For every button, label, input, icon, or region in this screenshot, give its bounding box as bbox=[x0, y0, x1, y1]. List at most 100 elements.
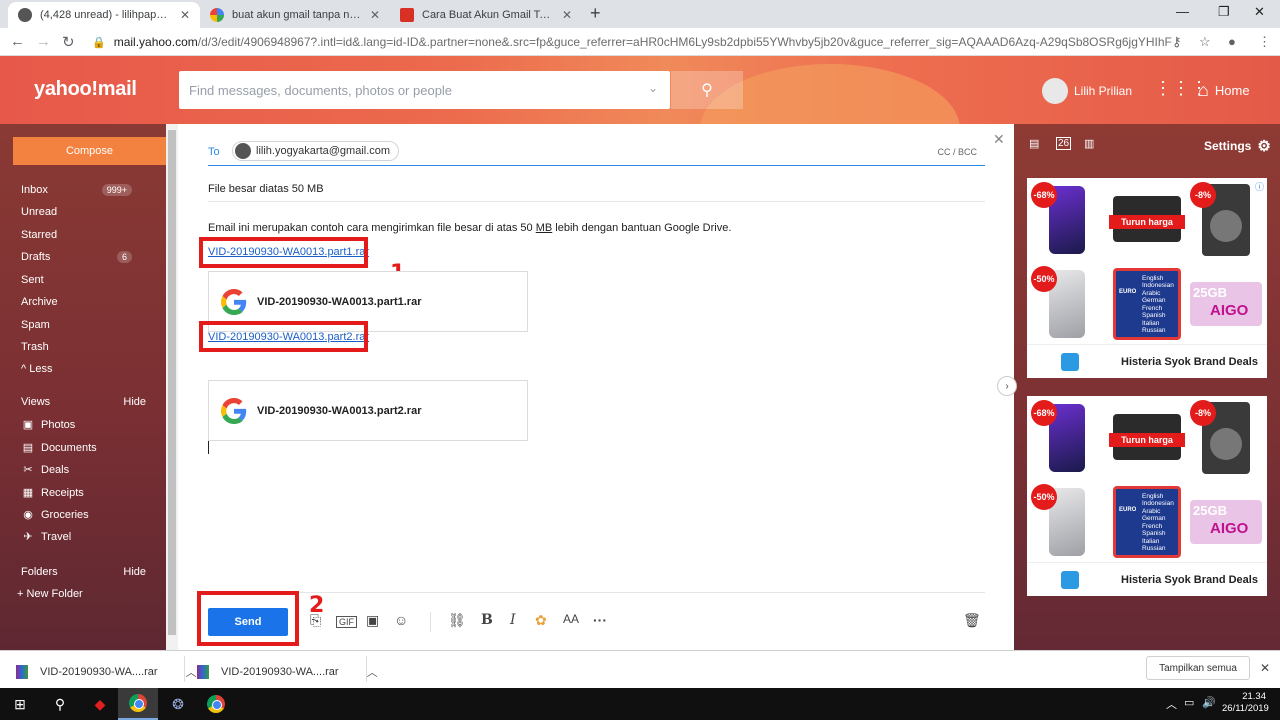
emoji-icon[interactable]: ☺ bbox=[394, 612, 408, 628]
scrollbar-thumb[interactable] bbox=[168, 130, 176, 635]
show-all-downloads-button[interactable]: Tampilkan semua bbox=[1146, 656, 1250, 680]
sidebar-item-trash[interactable]: Trash bbox=[21, 341, 49, 353]
sidebar-scrollbar[interactable] bbox=[166, 124, 178, 650]
download-item[interactable]: VID-20190930-WA....rar ︿ bbox=[197, 664, 378, 680]
minimize-icon[interactable]: — bbox=[1176, 4, 1189, 19]
ad-product-bag[interactable]: Turun harga bbox=[1109, 398, 1185, 478]
chrome-taskbar-icon[interactable] bbox=[118, 688, 158, 720]
ad-footer[interactable]: Histeria Syok Brand Deals bbox=[1027, 344, 1267, 378]
sidebar-item-photos[interactable]: ▣ Photos bbox=[21, 418, 75, 431]
forward-icon[interactable]: → bbox=[36, 33, 51, 50]
sidebar-item-sent[interactable]: Sent bbox=[21, 274, 44, 286]
contacts-icon[interactable]: ▤ bbox=[1029, 137, 1039, 150]
windows-start-icon[interactable]: ⊞ bbox=[0, 688, 40, 720]
calendar-icon[interactable]: 26 bbox=[1056, 137, 1072, 150]
network-icon[interactable]: ▭ bbox=[1184, 696, 1194, 709]
ad-product-iphone[interactable]: -50% bbox=[1029, 264, 1105, 344]
chevron-down-icon[interactable]: ⌄ bbox=[648, 81, 658, 95]
sidebar-item-archive[interactable]: Archive bbox=[21, 296, 58, 308]
search-icon[interactable]: ⚲ bbox=[40, 688, 80, 720]
avatar[interactable] bbox=[1042, 78, 1068, 104]
ad-product-phone[interactable]: -68% bbox=[1029, 398, 1105, 478]
italic-icon[interactable]: I bbox=[510, 612, 516, 628]
sidebar-item-documents[interactable]: ▤ Documents bbox=[21, 441, 97, 454]
address-bar[interactable]: 🔒 mail.yahoo.com/d/3/edit/4906948967?.in… bbox=[92, 32, 1172, 52]
to-field[interactable]: To lilih.yogyakarta@gmail.com CC / BCC bbox=[208, 140, 985, 166]
back-icon[interactable]: ← bbox=[10, 33, 25, 50]
ad-product-iphone[interactable]: -50% bbox=[1029, 482, 1105, 562]
tray-chevron-icon[interactable]: ︿ bbox=[1166, 696, 1177, 712]
chrome-second-icon[interactable] bbox=[196, 688, 236, 720]
new-folder-button[interactable]: + New Folder bbox=[17, 588, 83, 600]
subject-field[interactable]: File besar diatas 50 MB bbox=[208, 174, 985, 202]
close-compose-icon[interactable]: ✕ bbox=[993, 131, 1005, 148]
drive-file-card-part2[interactable]: VID-20190930-WA0013.part2.rar bbox=[208, 380, 528, 441]
ad-product-phone[interactable]: -68% bbox=[1029, 180, 1105, 260]
ad-product-translator[interactable]: EURO English Indonesian Arabic German Fr… bbox=[1109, 482, 1185, 562]
views-hide-button[interactable]: Hide bbox=[123, 396, 146, 408]
recipient-chip[interactable]: lilih.yogyakarta@gmail.com bbox=[232, 141, 400, 161]
user-name[interactable]: Lilih Prilian bbox=[1074, 84, 1132, 98]
close-tab-icon[interactable]: ✕ bbox=[180, 8, 190, 22]
link-icon[interactable]: ⛓ bbox=[448, 612, 466, 629]
close-window-icon[interactable]: ✕ bbox=[1254, 4, 1265, 20]
stationery-icon[interactable]: ▣ bbox=[366, 612, 379, 629]
yahoo-mail-logo[interactable]: yahoo!mail bbox=[34, 78, 137, 101]
close-tab-icon[interactable]: ✕ bbox=[370, 8, 380, 22]
close-tab-icon[interactable]: ✕ bbox=[562, 8, 572, 22]
folders-hide-button[interactable]: Hide bbox=[123, 566, 146, 578]
search-input[interactable]: Find messages, documents, photos or peop… bbox=[179, 71, 670, 109]
font-size-icon[interactable]: AA bbox=[563, 612, 579, 626]
ad-product-speaker[interactable]: -8% bbox=[1188, 398, 1264, 478]
menu-dots-icon[interactable]: ⋮ bbox=[1258, 34, 1271, 50]
sidebar-item-starred[interactable]: Starred bbox=[21, 229, 57, 241]
compose-button[interactable]: Compose bbox=[13, 137, 166, 165]
tab-google-search[interactable]: buat akun gmail tanpa no hp - P ✕ bbox=[200, 2, 390, 28]
ad-footer[interactable]: Histeria Syok Brand Deals bbox=[1027, 562, 1267, 596]
send-button[interactable]: Send bbox=[208, 608, 288, 636]
sidebar-item-receipts[interactable]: ▦ Receipts bbox=[21, 486, 84, 499]
settings-button[interactable]: Settings ⚙ bbox=[1204, 137, 1271, 155]
chevron-right-icon[interactable]: › bbox=[997, 376, 1017, 396]
ad-product-data-plan[interactable]: 25GB AIGO bbox=[1188, 482, 1264, 562]
search-button[interactable]: ⚲ bbox=[671, 71, 743, 109]
ad-product-data-plan[interactable]: 25GB AIGO bbox=[1188, 264, 1264, 344]
reload-icon[interactable]: ↻ bbox=[62, 33, 75, 51]
tab-yahoo-mail[interactable]: (4,428 unread) - lilihpap@yahoo.c ✕ bbox=[8, 2, 200, 28]
more-options-icon[interactable]: ··· bbox=[593, 612, 607, 628]
new-tab-icon[interactable]: + bbox=[590, 3, 601, 24]
sidebar-item-inbox[interactable]: Inbox 999+ bbox=[21, 184, 166, 196]
sidebar-item-deals[interactable]: ✂ Deals bbox=[21, 463, 69, 476]
profile-icon[interactable]: ● bbox=[1228, 34, 1236, 49]
sidebar-item-groceries[interactable]: ◉ Groceries bbox=[21, 508, 89, 521]
ad-product-speaker[interactable]: -8% bbox=[1188, 180, 1264, 260]
sidebar-item-unread[interactable]: Unread bbox=[21, 206, 57, 218]
app-swirl-icon[interactable]: ❂ bbox=[158, 688, 198, 720]
ad-product-translator[interactable]: EURO English Indonesian Arabic German Fr… bbox=[1109, 264, 1185, 344]
cc-bcc-button[interactable]: CC / BCC bbox=[937, 147, 977, 157]
ad-panel[interactable]: ⓘ -68% Turun harga -8% -50% EURO English… bbox=[1027, 178, 1267, 378]
sidebar-item-drafts[interactable]: Drafts 6 bbox=[21, 251, 166, 263]
gif-icon[interactable]: GIF bbox=[336, 616, 357, 628]
bookmark-star-icon[interactable]: ☆ bbox=[1199, 34, 1211, 50]
ad-product-bag[interactable]: Turun harga bbox=[1109, 180, 1185, 260]
text-color-icon[interactable]: ✿ bbox=[535, 612, 547, 629]
sidebar-item-spam[interactable]: Spam bbox=[21, 319, 50, 331]
chevron-up-icon[interactable]: ︿ bbox=[186, 664, 197, 680]
home-link[interactable]: ⌂ Home bbox=[1198, 80, 1250, 101]
chevron-up-icon[interactable]: ︿ bbox=[367, 664, 378, 680]
tab-cara-buat-akun[interactable]: Cara Buat Akun Gmail Tanpa No ✕ bbox=[390, 2, 582, 28]
restore-icon[interactable]: ❐ bbox=[1218, 4, 1230, 20]
sidebar-item-travel[interactable]: ✈ Travel bbox=[21, 530, 71, 543]
close-shelf-icon[interactable]: ✕ bbox=[1260, 661, 1270, 675]
ad-panel[interactable]: -68% Turun harga -8% -50% EURO English I… bbox=[1027, 396, 1267, 596]
message-body-text[interactable]: Email ini merupakan contoh cara mengirim… bbox=[208, 222, 731, 234]
trash-icon[interactable]: 🗑 bbox=[963, 612, 981, 629]
download-item[interactable]: VID-20190930-WA....rar ︿ bbox=[16, 664, 197, 680]
notepad-icon[interactable]: ▥ bbox=[1084, 137, 1094, 150]
key-icon[interactable]: ⚷ bbox=[1172, 34, 1182, 50]
volume-icon[interactable]: 🔊 bbox=[1202, 696, 1216, 709]
sidebar-item-less[interactable]: ^ Less bbox=[21, 363, 52, 375]
bold-icon[interactable]: B bbox=[481, 612, 493, 628]
attach-icon[interactable]: ⎘ bbox=[310, 612, 321, 629]
